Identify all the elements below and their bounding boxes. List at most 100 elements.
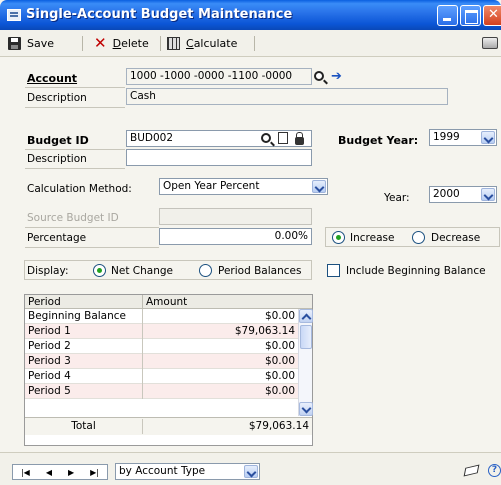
period-balances-radio[interactable] (199, 264, 212, 277)
table-row[interactable]: Period 4 $0.00 (25, 369, 298, 384)
increase-label[interactable]: Increase (350, 232, 394, 244)
decrease-radio[interactable] (412, 231, 425, 244)
amount-cell[interactable]: $0.00 (143, 309, 298, 324)
previous-record-icon[interactable]: ◀ (46, 468, 52, 477)
period-cell: Period 1 (25, 324, 143, 339)
percentage-underline (25, 247, 159, 248)
scroll-down-icon[interactable] (299, 402, 313, 416)
table-row[interactable]: Period 1 $79,063.14 (25, 324, 298, 339)
calculate-button[interactable]: Calculate (167, 35, 237, 52)
first-record-icon[interactable]: |◀ (21, 468, 30, 477)
increase-radio[interactable] (332, 231, 345, 244)
chevron-down-icon[interactable] (481, 188, 495, 201)
eraser-note-icon[interactable] (463, 464, 480, 477)
chevron-down-icon[interactable] (312, 180, 326, 193)
period-column-header[interactable]: Period (25, 295, 143, 309)
minimize-button[interactable] (437, 5, 458, 26)
delete-button[interactable]: ✕ Delete (94, 35, 149, 52)
percentage-field[interactable]: 0.00% (159, 228, 312, 245)
amount-cell[interactable]: $0.00 (143, 354, 298, 369)
scroll-thumb[interactable] (300, 325, 312, 349)
calculation-method-label: Calculation Method: (27, 183, 132, 195)
amount-cell[interactable]: $0.00 (143, 369, 298, 384)
budget-year-label: Budget Year: (338, 134, 419, 147)
budget-id-label: Budget ID (27, 134, 89, 147)
next-record-icon[interactable]: ▶ (68, 468, 74, 477)
amount-column-header[interactable]: Amount (143, 295, 312, 309)
title-bar[interactable]: Single-Account Budget Maintenance (0, 0, 501, 30)
delete-x-icon: ✕ (94, 34, 107, 52)
percentage-label: Percentage (27, 232, 87, 244)
amount-cell[interactable]: $0.00 (143, 384, 298, 399)
calculate-label: Calculate (186, 37, 238, 50)
calculator-icon (167, 37, 180, 50)
toolbar-separator (160, 36, 161, 51)
budget-year-select[interactable]: 1999 (429, 129, 497, 146)
total-row: Total $79,063.14 (25, 417, 312, 435)
toolbar: Save ✕ Delete Calculate (0, 30, 501, 57)
account-number-field[interactable]: 1000 -1000 -0000 -1100 -0000 (126, 68, 312, 85)
toolbar-separator (254, 36, 255, 51)
amount-cell[interactable]: $0.00 (143, 339, 298, 354)
table-row[interactable]: Period 2 $0.00 (25, 339, 298, 354)
table-row[interactable]: Period 5 $0.00 (25, 384, 298, 399)
budget-id-underline (25, 149, 125, 150)
period-cell: Period 2 (25, 339, 143, 354)
toolbar-separator (82, 36, 83, 51)
help-icon[interactable]: ? (488, 464, 501, 477)
decrease-label[interactable]: Decrease (431, 232, 480, 244)
window-icon (7, 9, 21, 21)
budget-description-underline (25, 168, 125, 169)
display-label: Display: (27, 265, 69, 277)
period-cell: Period 5 (25, 384, 143, 399)
maximize-button[interactable] (460, 5, 481, 26)
year-select[interactable]: 2000 (429, 186, 497, 203)
window-title: Single-Account Budget Maintenance (26, 7, 293, 22)
period-cell: Beginning Balance (25, 309, 143, 324)
account-underline (25, 87, 125, 88)
account-label: Account (27, 72, 78, 85)
print-icon[interactable] (482, 37, 498, 49)
grid-scrollbar[interactable] (298, 309, 313, 416)
new-budget-document-icon[interactable] (278, 132, 288, 144)
budget-lock-icon[interactable] (295, 132, 304, 145)
status-bar: |◀ ◀ ▶ ▶| by Account Type ? (0, 452, 501, 485)
account-description-field: Cash (126, 88, 448, 105)
include-beginning-balance-label[interactable]: Include Beginning Balance (346, 265, 486, 277)
account-lookup-icon[interactable] (314, 71, 324, 81)
period-cell: Period 4 (25, 369, 143, 384)
budget-maintenance-window: Single-Account Budget Maintenance Save ✕… (0, 0, 501, 485)
amount-cell[interactable]: $79,063.14 (143, 324, 298, 339)
calculation-method-select[interactable]: Open Year Percent (159, 178, 328, 195)
budget-description-label: Description (27, 153, 87, 165)
budget-id-lookup-icon[interactable] (261, 133, 271, 143)
table-row[interactable]: Beginning Balance $0.00 (25, 309, 298, 324)
form-area: Account 1000 -1000 -0000 -1100 -0000 ➔ D… (0, 57, 501, 452)
last-record-icon[interactable]: ▶| (90, 468, 99, 477)
save-button[interactable]: Save (8, 35, 54, 52)
chevron-down-icon[interactable] (244, 465, 258, 478)
period-cell: Period 3 (25, 354, 143, 369)
sort-order-value: by Account Type (119, 465, 206, 477)
close-button[interactable] (483, 5, 501, 26)
source-budget-id-field (159, 208, 312, 225)
scroll-up-icon[interactable] (299, 309, 313, 323)
net-change-radio[interactable] (93, 264, 106, 277)
budget-description-field[interactable] (126, 149, 312, 166)
budget-year-value: 1999 (433, 131, 460, 143)
account-description-underline (25, 107, 125, 108)
table-row[interactable]: Period 3 $0.00 (25, 354, 298, 369)
save-label: Save (27, 37, 55, 50)
calculation-method-value: Open Year Percent (163, 180, 260, 192)
source-budget-id-label: Source Budget ID (27, 212, 119, 224)
delete-label: Delete (112, 37, 149, 50)
account-description-label: Description (27, 92, 87, 104)
net-change-label[interactable]: Net Change (111, 265, 173, 277)
total-value: $79,063.14 (248, 420, 309, 432)
sort-order-select[interactable]: by Account Type (115, 463, 260, 480)
save-icon (8, 37, 21, 50)
chevron-down-icon[interactable] (481, 131, 495, 144)
period-balances-label[interactable]: Period Balances (218, 265, 301, 277)
account-expand-arrow-icon[interactable]: ➔ (331, 70, 343, 83)
include-beginning-balance-checkbox[interactable] (327, 264, 340, 277)
